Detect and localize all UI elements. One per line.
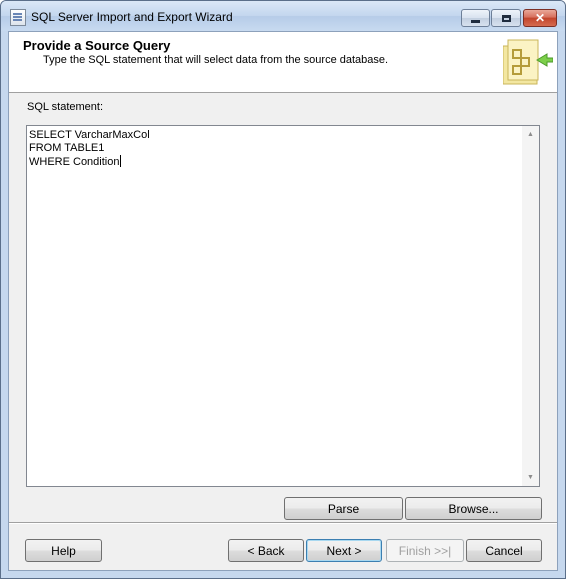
wizard-header: Provide a Source Query Type the SQL stat… (9, 32, 557, 93)
browse-button[interactable]: Browse... (405, 497, 542, 520)
maximize-icon (501, 14, 511, 22)
page-title: Provide a Source Query (23, 38, 171, 53)
sql-statement-text[interactable]: SELECT VarcharMaxCol FROM TABLE1 WHERE Con… (29, 129, 521, 486)
sql-line: SELECT VarcharMaxCol (29, 129, 150, 141)
close-icon: ✕ (534, 11, 546, 25)
wizard-window: SQL Server Import and Export Wizard ✕ Pr… (0, 0, 566, 579)
help-button[interactable]: Help (25, 539, 102, 562)
page-subtitle: Type the SQL statement that will select … (43, 54, 389, 66)
sql-line: FROM TABLE1 (29, 142, 105, 154)
parse-button[interactable]: Parse (284, 497, 403, 520)
maximize-button[interactable] (491, 9, 521, 27)
wizard-app-icon[interactable] (10, 9, 26, 26)
text-caret (120, 155, 122, 167)
footer-divider (9, 522, 557, 524)
next-button[interactable]: Next > (306, 539, 382, 562)
window-title: SQL Server Import and Export Wizard (31, 10, 233, 24)
back-button[interactable]: < Back (228, 539, 304, 562)
wizard-client-area: Provide a Source Query Type the SQL stat… (8, 31, 558, 571)
vertical-scrollbar[interactable]: ▲ ▼ (522, 126, 539, 486)
sql-line: WHERE Condition (29, 155, 122, 168)
sql-statement-label: SQL statement: (27, 101, 104, 113)
database-export-icon (503, 39, 553, 85)
scroll-down-icon[interactable]: ▼ (522, 469, 539, 486)
scroll-up-icon[interactable]: ▲ (522, 126, 539, 143)
cancel-button[interactable]: Cancel (466, 539, 542, 562)
title-bar[interactable]: SQL Server Import and Export Wizard ✕ (1, 1, 565, 31)
sql-statement-textarea[interactable]: SELECT VarcharMaxCol FROM TABLE1 WHERE Con… (26, 125, 540, 487)
minimize-icon (471, 19, 480, 23)
minimize-button[interactable] (461, 9, 490, 27)
finish-button[interactable]: Finish >>| (386, 539, 464, 562)
close-button[interactable]: ✕ (523, 9, 557, 27)
